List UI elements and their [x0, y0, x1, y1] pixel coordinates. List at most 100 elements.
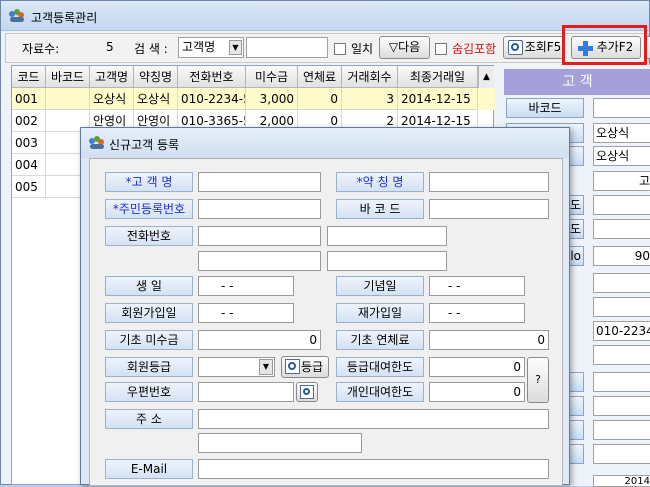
- detail-field: 90: [593, 246, 650, 266]
- column-header-late-fee[interactable]: 연체료: [298, 66, 342, 88]
- join-date-input[interactable]: - -: [198, 303, 294, 323]
- cell-code: 003: [12, 132, 46, 154]
- cell-code: 004: [12, 154, 46, 176]
- column-header-trades[interactable]: 거래회수: [342, 66, 398, 88]
- phone-input-2[interactable]: [327, 226, 447, 246]
- grade-rental-limit-label: 등급대여한도: [336, 357, 424, 377]
- new-customer-dialog: 신규고객 등록 *고 객 명 *약 칭 명 *주민등록번호 바 코 드 전화번호…: [80, 127, 570, 486]
- phone-input-4[interactable]: [327, 251, 447, 271]
- magnifier-icon: [285, 359, 300, 374]
- next-button[interactable]: ▽다음: [379, 36, 430, 59]
- exact-match-checkbox[interactable]: [334, 43, 346, 55]
- search-label: 검 색 :: [134, 42, 168, 56]
- email-input[interactable]: [198, 459, 549, 479]
- search-input[interactable]: [246, 37, 328, 58]
- birthday-label: 생 일: [105, 276, 193, 296]
- resident-number-input[interactable]: [198, 199, 321, 219]
- birthday-input[interactable]: - -: [198, 276, 294, 296]
- rejoin-date-input[interactable]: - -: [429, 303, 525, 323]
- dialog-title-bar: 신규고객 등록: [81, 128, 569, 158]
- detail-field: [593, 420, 650, 440]
- detail-header: 고 객: [504, 69, 650, 95]
- column-header-receivable[interactable]: 미수금: [246, 66, 298, 88]
- dropdown-arrow-icon[interactable]: ▼: [259, 359, 273, 375]
- detail-field: 고: [593, 171, 650, 191]
- cell-code: 005: [12, 176, 46, 198]
- barcode-label-button[interactable]: 바코드: [506, 98, 584, 118]
- dialog-form: *고 객 명 *약 칭 명 *주민등록번호 바 코 드 전화번호 생 일 - -…: [89, 158, 563, 486]
- address-input-1[interactable]: [198, 409, 549, 429]
- detail-field: [593, 372, 650, 392]
- cell-late-fee: 0: [298, 88, 342, 110]
- magnifier-icon: [508, 40, 523, 55]
- detail-field-name: 오상식: [593, 123, 650, 143]
- customer-name-input[interactable]: [198, 172, 321, 192]
- include-hidden-checkbox[interactable]: [435, 43, 447, 55]
- scroll-up-icon[interactable]: ▲: [478, 66, 494, 88]
- address-label: 주 소: [105, 409, 193, 429]
- record-count-label: 자료수:: [22, 42, 60, 56]
- detail-field-alias: 오상식: [593, 146, 650, 166]
- title-bar: 고객등록관리: [1, 1, 649, 31]
- phone-input-3[interactable]: [198, 251, 321, 271]
- postal-search-button[interactable]: [296, 382, 318, 402]
- column-header-name[interactable]: 고객명: [90, 66, 134, 88]
- search-button[interactable]: 조회F5: [503, 36, 565, 59]
- personal-rental-limit-label: 개인대여한도: [336, 382, 424, 402]
- grade-button-label: 등급: [300, 360, 324, 374]
- phone-label: 전화번호: [105, 226, 193, 246]
- cell-receivable: 3,000: [246, 88, 298, 110]
- detail-field-barcode: [593, 98, 650, 118]
- base-receivable-input[interactable]: 0: [198, 330, 321, 350]
- address-input-2[interactable]: [198, 433, 362, 453]
- barcode-input[interactable]: [429, 199, 549, 219]
- personal-rental-limit-input[interactable]: 0: [429, 382, 525, 402]
- search-field-select[interactable]: 고객명 ▼: [178, 37, 244, 58]
- dropdown-arrow-icon[interactable]: ▼: [229, 40, 242, 55]
- grade-button[interactable]: 등급: [281, 356, 329, 378]
- resident-number-label: *주민등록번호: [105, 199, 193, 219]
- postal-code-input[interactable]: [198, 382, 294, 402]
- base-late-fee-input[interactable]: 0: [429, 330, 549, 350]
- base-late-fee-label: 기초 연체료: [336, 330, 424, 350]
- detail-field: [593, 219, 650, 239]
- member-grade-select[interactable]: ▼: [198, 357, 275, 377]
- cell-phone: 010-2234-5: [178, 88, 246, 110]
- join-date-label: 회원가입일: [105, 303, 193, 323]
- column-header-last-date[interactable]: 최종거래일: [398, 66, 478, 88]
- column-header-phone[interactable]: 전화번호: [178, 66, 246, 88]
- cell-code: 002: [12, 110, 46, 132]
- search-button-label: 조회F5: [524, 40, 562, 54]
- anniversary-label: 기념일: [336, 276, 424, 296]
- detail-field-phone: 010-2234: [593, 321, 650, 341]
- column-header-alias[interactable]: 약칭명: [134, 66, 178, 88]
- customers-icon: [89, 136, 105, 150]
- customer-name-label: *고 객 명: [105, 172, 193, 192]
- column-header-barcode[interactable]: 바코드: [46, 66, 90, 88]
- record-count-value: 5: [106, 40, 114, 54]
- detail-field: [593, 444, 650, 464]
- grade-rental-limit-input[interactable]: 0: [429, 357, 525, 377]
- cell-last-date: 2014-12-15: [398, 88, 478, 110]
- customers-icon: [9, 9, 25, 23]
- exact-match-label: 일치: [351, 42, 374, 56]
- detail-field-date: 2014: [593, 475, 650, 487]
- cell-code: 001: [12, 88, 46, 110]
- column-header-code[interactable]: 코드: [12, 66, 46, 88]
- alias-label: *약 칭 명: [336, 172, 424, 192]
- phone-input-1[interactable]: [198, 226, 321, 246]
- base-receivable-label: 기초 미수금: [105, 330, 193, 350]
- barcode-label: 바 코 드: [336, 199, 424, 219]
- table-row[interactable]: 001 오상식 오상식 010-2234-5 3,000 0 3 2014-12-15: [12, 88, 495, 110]
- email-label: E-Mail: [105, 459, 193, 479]
- detail-field: [593, 195, 650, 215]
- detail-field: [593, 345, 650, 365]
- detail-field: [593, 396, 650, 416]
- help-button[interactable]: ?: [527, 357, 549, 403]
- anniversary-input[interactable]: - -: [429, 276, 525, 296]
- alias-input[interactable]: [429, 172, 549, 192]
- cell-alias: 오상식: [134, 88, 178, 110]
- magnifier-icon: [300, 385, 314, 399]
- toolbar: 자료수: 5 검 색 : 고객명 ▼ 일치 ▽다음 숨김포함 조회F5 추가F2: [5, 33, 650, 63]
- detail-field: [593, 273, 650, 293]
